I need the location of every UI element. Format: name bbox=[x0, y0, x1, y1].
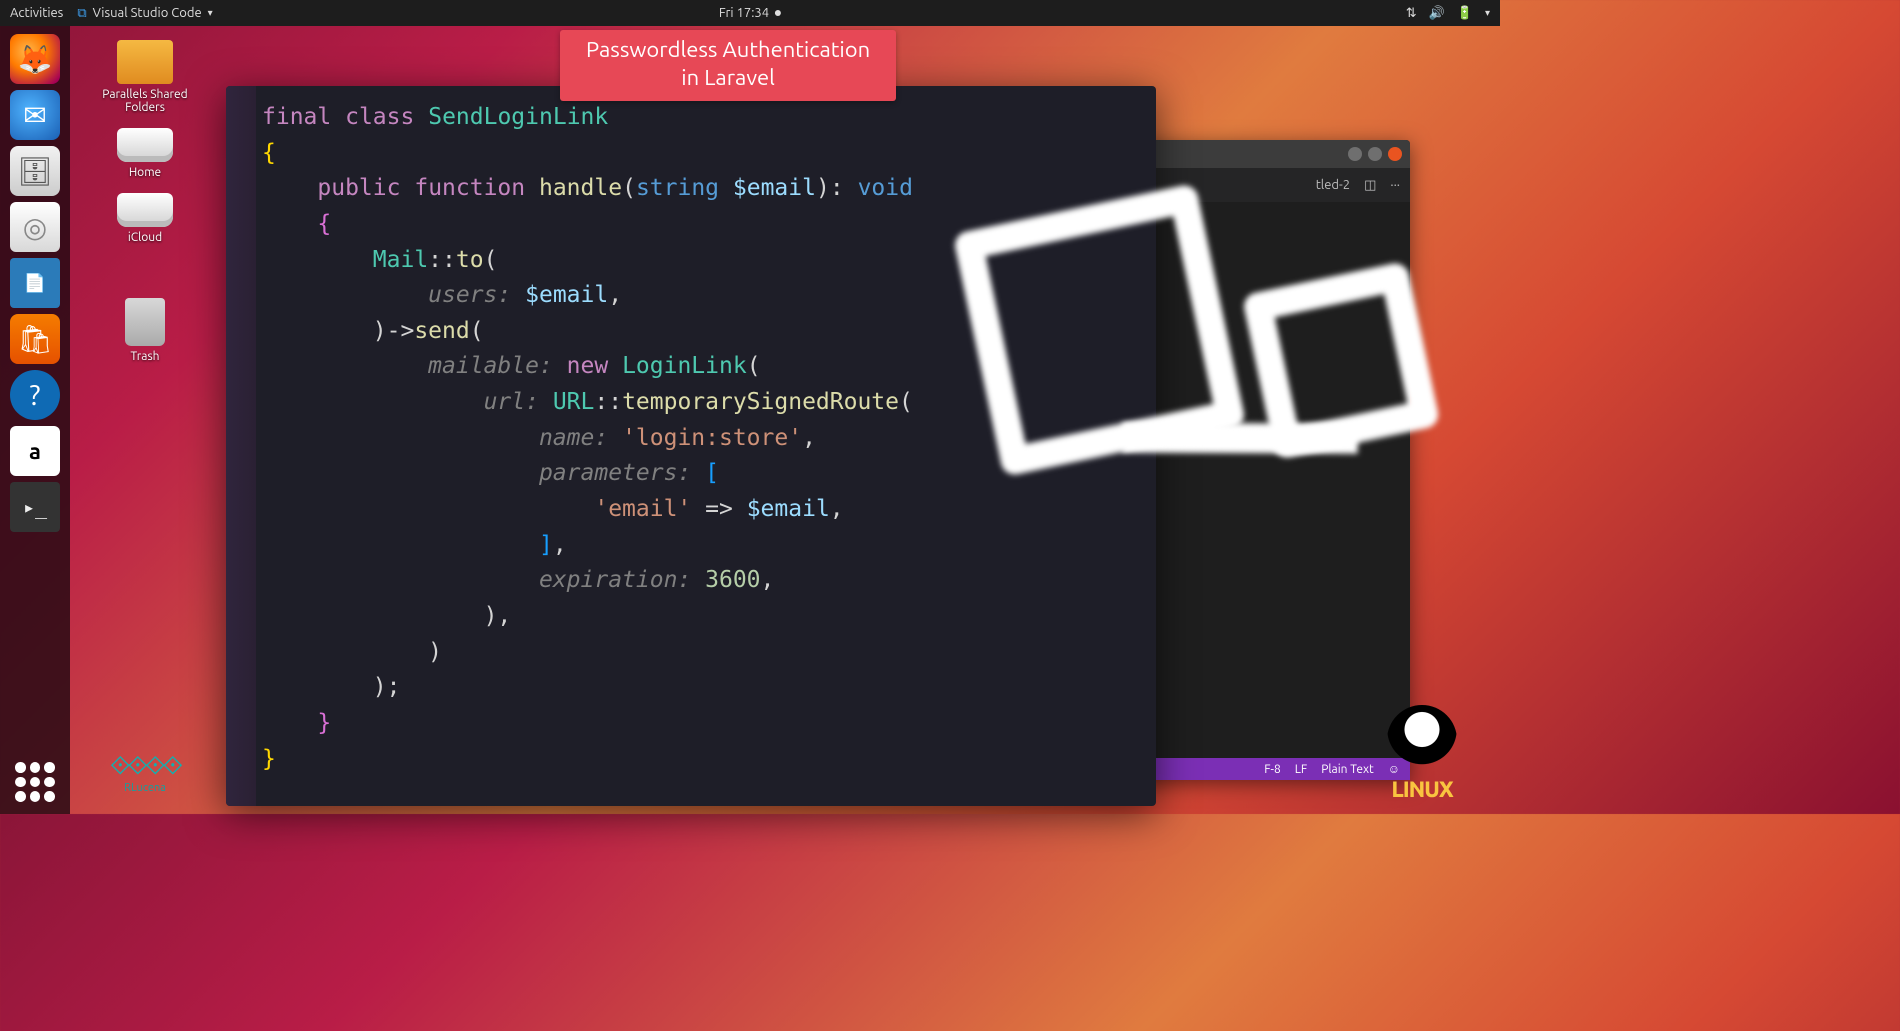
tux-icon bbox=[1387, 705, 1457, 775]
vscode-logo-icon: ⧉ bbox=[77, 6, 86, 21]
dock-amazon[interactable]: a bbox=[10, 426, 60, 476]
window-minimize-button[interactable] bbox=[1348, 147, 1362, 161]
gnome-topbar: Activities ⧉ Visual Studio Code ▾ Fri 17… bbox=[0, 0, 1500, 26]
trash-icon bbox=[125, 298, 165, 346]
chevron-down-icon: ▾ bbox=[208, 7, 213, 19]
ubuntu-dock: 🦊 ✉ 🗄 ◎ 📄 🛍 ? a ▸_ bbox=[0, 26, 70, 814]
dock-terminal[interactable]: ▸_ bbox=[10, 482, 60, 532]
volume-icon[interactable]: 🔊 bbox=[1429, 6, 1445, 21]
battery-icon[interactable]: 🔋 bbox=[1457, 6, 1473, 21]
code-content: final class SendLoginLink { public funct… bbox=[262, 100, 1144, 777]
desktop-icon-label: Home bbox=[129, 166, 161, 179]
chevron-down-icon: ▾ bbox=[1485, 7, 1490, 19]
status-encoding[interactable]: F-8 bbox=[1264, 763, 1281, 776]
editor-tab[interactable]: tled-2 bbox=[1316, 178, 1350, 192]
activities-button[interactable]: Activities bbox=[10, 6, 63, 20]
editor-gutter bbox=[226, 86, 256, 806]
linux-label: LINUX bbox=[1391, 777, 1452, 802]
desktop-icons: Parallels Shared Folders Home iCloud Tra… bbox=[90, 40, 200, 363]
window-maximize-button[interactable] bbox=[1368, 147, 1382, 161]
drive-icon bbox=[117, 128, 173, 162]
more-icon[interactable]: ··· bbox=[1390, 178, 1400, 192]
window-close-button[interactable] bbox=[1388, 147, 1402, 161]
dock-files[interactable]: 🗄 bbox=[10, 146, 60, 196]
split-editor-icon[interactable]: ◫ bbox=[1364, 178, 1376, 193]
folder-icon bbox=[117, 40, 173, 84]
system-tray[interactable]: ⇅ 🔊 🔋 ▾ bbox=[1406, 6, 1490, 21]
desktop-icon-trash[interactable]: Trash bbox=[90, 298, 200, 363]
desktop-icon-label: Trash bbox=[130, 350, 159, 363]
dock-help[interactable]: ? bbox=[10, 370, 60, 420]
dock-show-applications[interactable] bbox=[15, 762, 55, 802]
active-app-menu[interactable]: ⧉ Visual Studio Code ▾ bbox=[77, 6, 212, 21]
clock[interactable]: Fri 17:34 bbox=[719, 6, 781, 20]
dock-firefox[interactable]: 🦊 bbox=[10, 34, 60, 84]
drive-icon bbox=[117, 193, 173, 227]
network-icon[interactable]: ⇅ bbox=[1406, 6, 1417, 21]
dock-rhythmbox[interactable]: ◎ bbox=[10, 202, 60, 252]
desktop-icon-icloud[interactable]: iCloud bbox=[90, 193, 200, 244]
banner-line2: in Laravel bbox=[586, 64, 870, 92]
banner-line1: Passwordless Authentication bbox=[586, 36, 870, 64]
dock-libreoffice-writer[interactable]: 📄 bbox=[10, 258, 60, 308]
status-eol[interactable]: LF bbox=[1295, 763, 1307, 776]
watermark-label: RLucena bbox=[124, 782, 166, 794]
watermark-dna: ⟐⟐⟐⟐ RLucena bbox=[90, 750, 200, 794]
desktop-icon-label: Parallels Shared Folders bbox=[90, 88, 200, 114]
linux-logo: LINUX bbox=[1362, 705, 1482, 802]
clock-label: Fri 17:34 bbox=[719, 6, 769, 20]
desktop-icon-home[interactable]: Home bbox=[90, 128, 200, 179]
dock-software[interactable]: 🛍 bbox=[10, 314, 60, 364]
title-banner: Passwordless Authentication in Laravel bbox=[560, 30, 896, 101]
active-app-label: Visual Studio Code bbox=[93, 6, 202, 20]
notification-dot-icon bbox=[775, 10, 781, 16]
dock-thunderbird[interactable]: ✉ bbox=[10, 90, 60, 140]
desktop-icon-label: iCloud bbox=[128, 231, 162, 244]
code-snippet-panel: final class SendLoginLink { public funct… bbox=[226, 86, 1156, 806]
desktop-icon-parallels[interactable]: Parallels Shared Folders bbox=[90, 40, 200, 114]
dna-icon: ⟐⟐⟐⟐ bbox=[90, 750, 200, 782]
